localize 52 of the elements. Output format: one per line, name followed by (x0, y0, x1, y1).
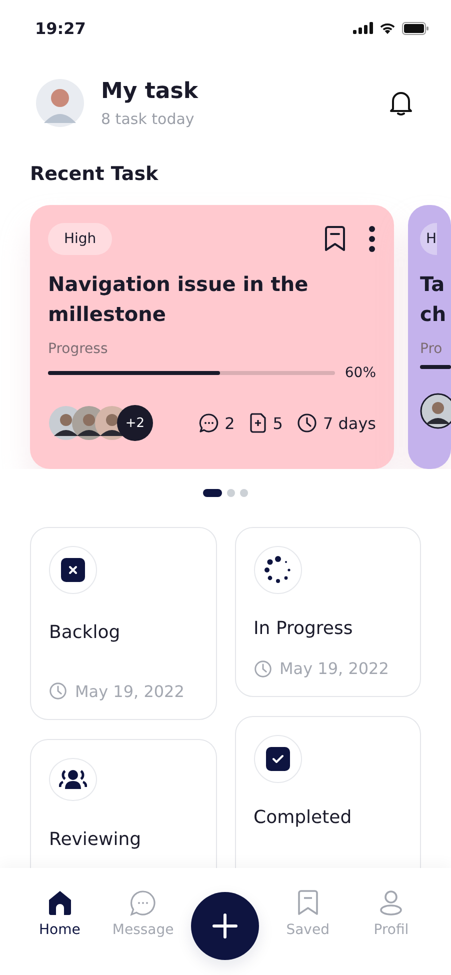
clock-icon (49, 682, 67, 700)
comment-count: 2 (224, 414, 235, 432)
task-card[interactable]: High Navigation issue in the millestone Progress 60% +2 2 5 7 days (30, 205, 394, 469)
loading-icon (264, 556, 292, 584)
battery-icon (402, 22, 429, 34)
status-time: 19:27 (35, 18, 86, 38)
status-date: May 19, 2022 (280, 659, 389, 678)
member-avatar (420, 393, 451, 429)
page-dot[interactable] (240, 489, 248, 497)
task-title: Ta (420, 271, 446, 298)
status-label: Reviewing (49, 829, 142, 850)
task-title: Navigation issue in the (48, 271, 310, 298)
progress-percent: 60% (344, 365, 376, 381)
progress-label: Pro (420, 341, 444, 357)
bookmark-icon (296, 890, 319, 916)
extra-members-badge: +2 (117, 405, 153, 441)
priority-tag: High (48, 223, 112, 255)
nav-tab[interactable]: Home (24, 890, 95, 938)
file-icon (248, 413, 267, 433)
page-title: My task (101, 78, 200, 104)
page-dot[interactable] (227, 489, 235, 497)
signal-icon (353, 22, 373, 34)
section-title: Recent Task (30, 163, 160, 185)
status-label: In Progress (254, 618, 354, 639)
chat-icon (130, 890, 156, 916)
more-icon[interactable] (368, 226, 376, 252)
task-title: millestone (48, 301, 167, 328)
checkbox-icon (266, 747, 290, 771)
task-card[interactable]: H Ta ch Pro (408, 205, 451, 469)
priority-tag: H (420, 223, 437, 255)
status-card[interactable]: In Progress May 19, 2022 (234, 527, 421, 697)
comment-icon (198, 413, 219, 433)
file-count: 5 (272, 414, 283, 432)
task-title: ch (420, 301, 448, 328)
progress-bar (420, 365, 451, 369)
status-date: May 19, 2022 (75, 682, 184, 700)
bookmark-icon[interactable] (324, 226, 346, 252)
home-icon (48, 890, 72, 916)
bell-icon[interactable] (389, 90, 413, 116)
task-count: 8 task today (101, 110, 196, 128)
clock-icon (254, 660, 272, 678)
due-time: 7 days (322, 414, 376, 432)
plus-icon (211, 912, 240, 940)
clock-icon (296, 413, 317, 433)
progress-label: Progress (48, 341, 109, 357)
status-label: Backlog (49, 622, 122, 643)
status-card[interactable]: Backlog May 19, 2022 (30, 527, 216, 720)
close-icon (61, 558, 85, 582)
wifi-icon (379, 22, 396, 34)
status-label: Completed (254, 807, 353, 828)
person-icon (379, 890, 404, 916)
group-icon (59, 768, 87, 790)
